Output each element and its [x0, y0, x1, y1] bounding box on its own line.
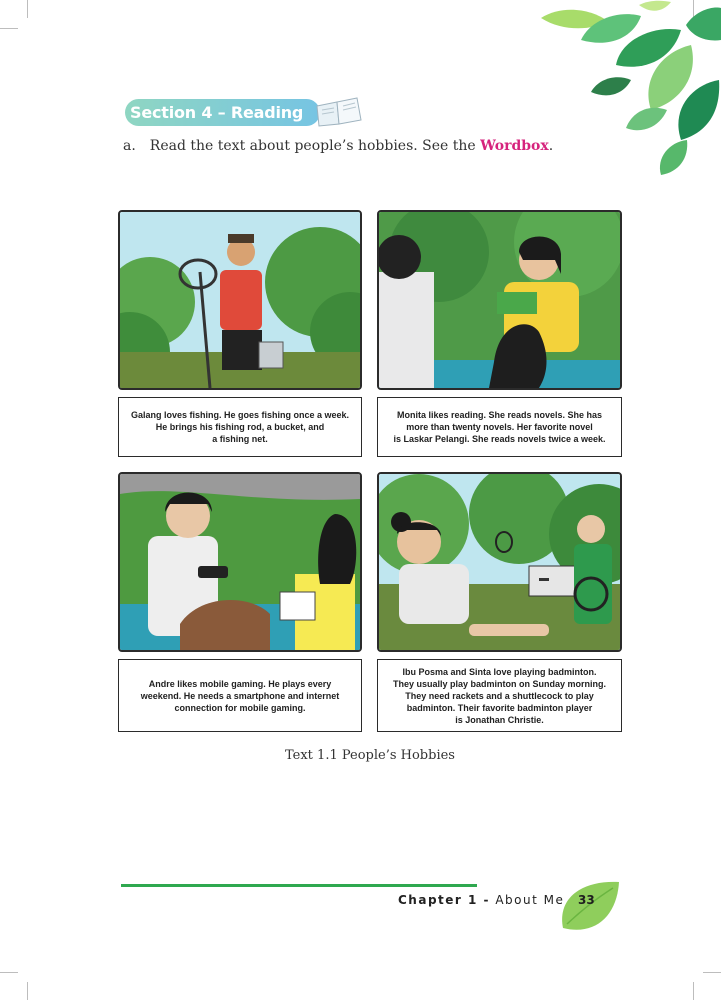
open-book-icon — [316, 97, 362, 127]
footer-chapter: Chapter 1 - About Me — [398, 893, 564, 907]
caption-reading-text: Monita likes reading. She reads novels. … — [393, 409, 605, 445]
wordbox-link[interactable]: Wordbox — [480, 138, 549, 154]
comic-panel-badminton — [377, 472, 622, 652]
item-marker: a. — [123, 138, 136, 154]
caption-fishing-text: Galang loves fishing. He goes fishing on… — [131, 409, 349, 445]
page-number-leaf-icon — [562, 881, 619, 930]
comic-panel-fishing — [118, 210, 362, 390]
section-header: Section 4 – Reading — [125, 99, 320, 126]
caption-line: is Laskar Pelangi. She reads novels twic… — [393, 434, 606, 444]
caption-badminton-text: Ibu Posma and Sinta love playing badmint… — [393, 666, 606, 726]
gaming-illustration — [120, 474, 360, 650]
caption-line: weekend. He needs a smartphone and inter… — [140, 690, 340, 701]
chapter-title: About Me — [495, 893, 565, 907]
caption-line: more than twenty novels. Her favorite no… — [406, 422, 593, 432]
comic-panel-reading — [377, 210, 622, 390]
caption-line: a fishing net. — [212, 434, 268, 444]
crop-mark — [27, 0, 28, 18]
caption-line: They usually play badminton on Sunday mo… — [392, 678, 607, 689]
figure-caption: Text 1.1 People’s Hobbies — [285, 748, 455, 763]
page-number: 33 — [578, 893, 595, 907]
section-title: Section 4 – Reading — [130, 103, 304, 122]
caption-line: Andre likes mobile gaming. He plays ever… — [148, 678, 332, 689]
caption-line: He brings his fishing rod, a bucket, and — [155, 422, 325, 432]
caption-line: Monita likes reading. She reads novels. … — [396, 410, 603, 420]
crop-mark — [0, 28, 18, 29]
comic-panel-gaming — [118, 472, 362, 652]
caption-line: Galang loves fishing. He goes fishing on… — [130, 410, 350, 420]
caption-line: Ibu Posma and Sinta love playing badmint… — [402, 666, 597, 677]
caption-gaming-text: Andre likes mobile gaming. He plays ever… — [141, 678, 340, 714]
caption-line: badminton. Their favorite badminton play… — [406, 702, 593, 713]
reading-illustration — [379, 212, 620, 388]
crop-mark — [693, 982, 694, 1000]
crop-mark — [27, 982, 28, 1000]
caption-badminton: Ibu Posma and Sinta love playing badmint… — [377, 659, 622, 732]
caption-reading: Monita likes reading. She reads novels. … — [377, 397, 622, 457]
caption-fishing: Galang loves fishing. He goes fishing on… — [118, 397, 362, 457]
crop-mark — [703, 972, 721, 973]
caption-line: They need rackets and a shuttlecock to p… — [405, 690, 594, 701]
caption-line: is Jonathan Christie. — [455, 714, 544, 725]
instruction-text: Read the text about people’s hobbies. Se… — [149, 138, 481, 154]
caption-line: connection for mobile gaming. — [174, 702, 306, 713]
caption-gaming: Andre likes mobile gaming. He plays ever… — [118, 659, 362, 732]
leaf-decoration — [541, 0, 721, 175]
footer-rule — [121, 884, 477, 887]
crop-mark — [0, 972, 18, 973]
chapter-label: Chapter 1 - — [398, 893, 491, 907]
reading-instruction: a. Read the text about people’s hobbies. … — [123, 138, 553, 154]
fishing-illustration — [120, 212, 360, 388]
instruction-period: . — [548, 138, 554, 154]
badminton-illustration — [379, 474, 620, 650]
